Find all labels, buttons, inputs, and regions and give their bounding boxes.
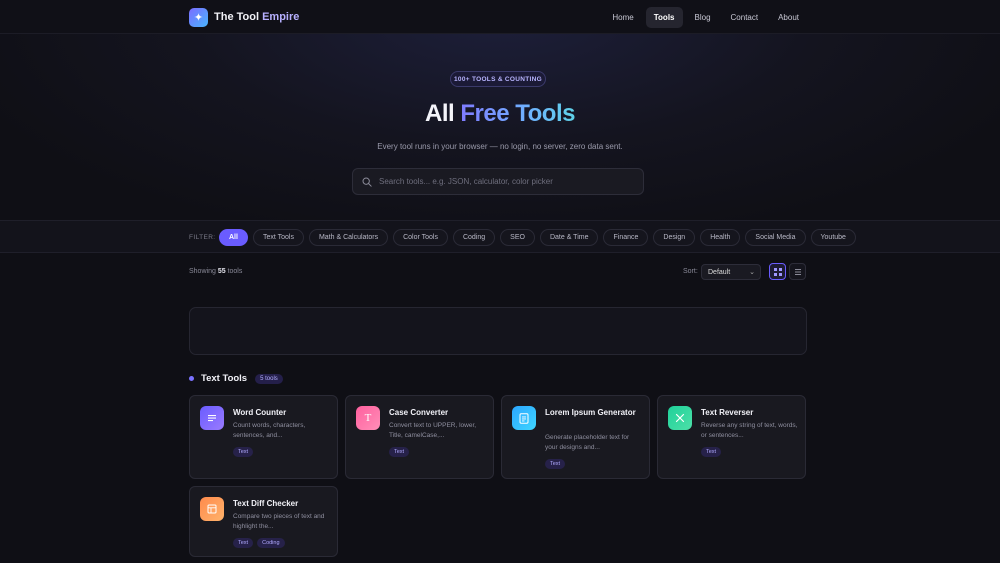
section-dot bbox=[189, 376, 194, 381]
filter-chip-health[interactable]: Health bbox=[700, 229, 741, 246]
tools-count-badge: 100+ TOOLS & COUNTING bbox=[450, 71, 546, 87]
section-header-text-tools: Text Tools 5 tools bbox=[189, 373, 283, 384]
filter-chip-math[interactable]: Math & Calculators bbox=[308, 229, 389, 246]
card-tags: Text bbox=[701, 447, 722, 457]
card-description: Reverse any string of text, words, or se… bbox=[701, 422, 798, 439]
filter-chip-date-time[interactable]: Date & Time bbox=[539, 229, 599, 246]
card-title: Case Converter bbox=[389, 408, 449, 417]
chevron-down-icon: ⌄ bbox=[749, 269, 755, 276]
sort-label: Sort: bbox=[683, 268, 698, 275]
filter-chip-text-tools[interactable]: Text Tools bbox=[252, 229, 304, 246]
tag: Text bbox=[389, 447, 410, 457]
search-input[interactable] bbox=[379, 177, 629, 186]
document-icon bbox=[512, 406, 536, 430]
card-description: Count words, characters, sentences, and.… bbox=[233, 422, 306, 439]
card-title: Lorem Ipsum Generator bbox=[545, 408, 636, 417]
card-title: Text Diff Checker bbox=[233, 499, 299, 508]
ad-placeholder bbox=[189, 307, 807, 355]
tag: Text bbox=[233, 447, 254, 457]
grid-view-button[interactable] bbox=[769, 263, 786, 280]
card-description: Generate placeholder text for your desig… bbox=[545, 434, 630, 451]
tool-card-text-reverser[interactable]: Text Reverser Reverse any string of text… bbox=[657, 395, 806, 479]
page-title: All Free Tools bbox=[425, 100, 575, 127]
sparkle-icon: ✦ bbox=[189, 7, 208, 27]
card-title: Word Counter bbox=[233, 408, 287, 417]
tag: Text bbox=[701, 447, 722, 457]
filter-chip-design[interactable]: Design bbox=[653, 229, 696, 246]
letter-t-icon: T bbox=[356, 406, 380, 430]
nav-link-contact[interactable]: Contact bbox=[723, 7, 767, 28]
nav-link-blog[interactable]: Blog bbox=[687, 7, 719, 28]
filter-label: FILTER: bbox=[189, 234, 216, 241]
filter-chip-social-media[interactable]: Social Media bbox=[745, 229, 806, 246]
section-title: Text Tools bbox=[201, 373, 248, 384]
top-navbar: ✦ The Tool Empire Home Tools Blog Contac… bbox=[0, 0, 1000, 34]
layout-icon bbox=[200, 497, 224, 521]
tool-card-lorem-ipsum[interactable]: Lorem Ipsum Generator Generate placehold… bbox=[501, 395, 650, 479]
filter-chip-coding[interactable]: Coding bbox=[452, 229, 496, 246]
filter-chips: All Text Tools Math & Calculators Color … bbox=[219, 229, 856, 246]
tag: Coding bbox=[257, 538, 285, 548]
card-tags: Text bbox=[545, 459, 566, 469]
nav-link-about[interactable]: About bbox=[770, 7, 807, 28]
card-description: Compare two pieces of text and highlight… bbox=[233, 513, 325, 530]
list-view-button[interactable] bbox=[789, 263, 806, 280]
hero-subtitle: Every tool runs in your browser — no log… bbox=[377, 142, 623, 151]
card-tags: Text bbox=[233, 447, 254, 457]
search-box[interactable] bbox=[352, 168, 644, 195]
filter-chip-youtube[interactable]: Youtube bbox=[810, 229, 856, 246]
card-tags: Text Coding bbox=[233, 538, 285, 548]
search-icon bbox=[362, 177, 372, 187]
filter-bar: FILTER: All Text Tools Math & Calculator… bbox=[0, 220, 1000, 253]
brand-logo-link[interactable]: ✦ The Tool Empire bbox=[189, 7, 299, 27]
tag: Text bbox=[233, 538, 254, 548]
grid-icon bbox=[773, 267, 782, 276]
sort-select[interactable]: Default ⌄ bbox=[701, 264, 761, 280]
tag: Text bbox=[545, 459, 566, 469]
card-description: Convert text to UPPER, lower, Title, cam… bbox=[389, 422, 477, 439]
card-title: Text Reverser bbox=[701, 408, 754, 417]
section-count-badge: 5 tools bbox=[255, 373, 283, 384]
brand-name: The Tool Empire bbox=[214, 11, 300, 23]
nav-links: Home Tools Blog Contact About bbox=[604, 7, 807, 28]
tool-card-text-diff-checker[interactable]: Text Diff Checker Compare two pieces of … bbox=[189, 486, 338, 557]
filter-chip-finance[interactable]: Finance bbox=[603, 229, 649, 246]
card-tags: Text bbox=[389, 447, 410, 457]
list-icon bbox=[794, 268, 801, 275]
tool-card-word-counter[interactable]: Word Counter Count words, characters, se… bbox=[189, 395, 338, 479]
tool-card-case-converter[interactable]: T Case Converter Convert text to UPPER, … bbox=[345, 395, 494, 479]
cross-icon bbox=[668, 406, 692, 430]
filter-chip-seo[interactable]: SEO bbox=[500, 229, 535, 246]
nav-link-tools[interactable]: Tools bbox=[645, 7, 683, 28]
lines-icon bbox=[200, 406, 224, 430]
filter-chip-color-tools[interactable]: Color Tools bbox=[393, 229, 448, 246]
hero-section: 100+ TOOLS & COUNTING All Free Tools Eve… bbox=[0, 34, 1000, 220]
filter-chip-all[interactable]: All bbox=[219, 229, 248, 246]
results-count: Showing 55 tools bbox=[189, 268, 243, 275]
nav-link-home[interactable]: Home bbox=[604, 7, 641, 28]
